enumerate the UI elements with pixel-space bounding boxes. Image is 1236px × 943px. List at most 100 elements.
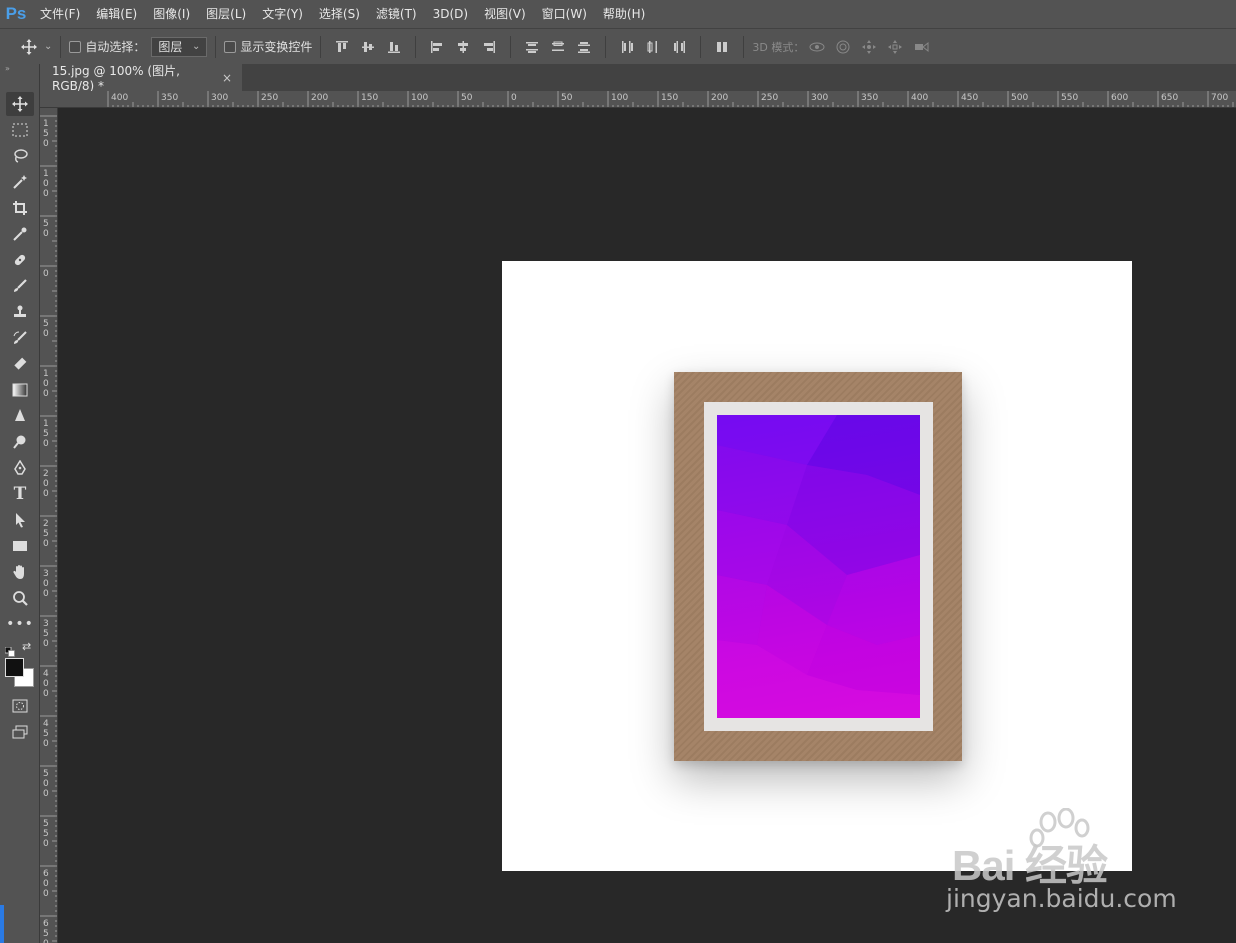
distribute-vertical-center-icon[interactable] [545, 35, 571, 59]
eyedropper-tool-icon[interactable] [6, 222, 34, 246]
default-colors-icon[interactable] [4, 642, 15, 657]
ruler-label: 450 [43, 719, 49, 749]
align-bottom-icon[interactable] [381, 35, 407, 59]
auto-select-label: 自动选择： [85, 40, 146, 54]
ruler-label: 250 [761, 93, 778, 103]
foreground-color-swatch[interactable] [5, 658, 24, 677]
ruler-label: 250 [261, 93, 278, 103]
menu-image[interactable]: 图像(I) [145, 0, 198, 28]
ruler-label: 50 [43, 219, 49, 239]
eraser-tool-icon[interactable] [6, 352, 34, 376]
horizontal-ruler[interactable]: 400 350 300 250 200 150 100 50 0 50 100 150 200 250 30… [40, 91, 1236, 108]
stamp-tool-icon[interactable] [6, 300, 34, 324]
document-tab[interactable]: 15.jpg @ 100% (图片, RGB/8) * × [40, 64, 242, 93]
brush-tool-icon[interactable] [6, 274, 34, 298]
ruler-label: 550 [43, 819, 49, 849]
screen-mode-icon[interactable] [6, 720, 34, 744]
ruler-label: 150 [43, 419, 49, 449]
chevron-down-icon[interactable]: ⌄ [44, 41, 52, 52]
zoom-tool-icon[interactable] [6, 586, 34, 610]
hand-tool-icon[interactable] [6, 560, 34, 584]
align-top-icon[interactable] [329, 35, 355, 59]
gradient-tool-icon[interactable] [6, 378, 34, 402]
distribute-left-icon[interactable] [614, 35, 640, 59]
ruler-label: 300 [811, 93, 828, 103]
more-tools-icon[interactable]: ••• [6, 612, 34, 636]
align-vertical-center-icon[interactable] [355, 35, 381, 59]
menu-3d[interactable]: 3D(D) [425, 0, 476, 28]
distribute-bottom-icon[interactable] [571, 35, 597, 59]
show-transform-checkbox[interactable] [224, 40, 237, 53]
3d-scale-icon[interactable] [908, 35, 934, 59]
swap-colors-icon[interactable]: ⇄ [22, 640, 31, 653]
crop-tool-icon[interactable] [6, 196, 34, 220]
healing-brush-tool-icon[interactable] [6, 248, 34, 272]
menu-edit[interactable]: 编辑(E) [88, 0, 145, 28]
type-tool-icon[interactable]: T [6, 482, 34, 506]
history-brush-tool-icon[interactable] [6, 326, 34, 350]
auto-align-layers-icon[interactable] [709, 35, 735, 59]
ruler-label: 100 [43, 369, 49, 399]
blur-tool-icon[interactable] [6, 404, 34, 428]
pen-tool-icon[interactable] [6, 456, 34, 480]
ruler-label: 500 [1011, 93, 1028, 103]
menu-type[interactable]: 文字(Y) [254, 0, 311, 28]
ruler-label: 150 [361, 93, 378, 103]
document-canvas[interactable] [502, 261, 1132, 871]
distribute-right-icon[interactable] [666, 35, 692, 59]
ruler-label: 150 [661, 93, 678, 103]
distribute-horizontal-center-icon[interactable] [640, 35, 666, 59]
ruler-label: 250 [43, 519, 49, 549]
ruler-label: 350 [861, 93, 878, 103]
ruler-label: 600 [43, 869, 49, 899]
rectangle-tool-icon[interactable] [6, 534, 34, 558]
3d-pan-icon[interactable] [856, 35, 882, 59]
horizontal-ruler-ticks: 400 350 300 250 200 150 100 50 0 50 100 150 200 250 30… [107, 91, 1234, 107]
watermark-url: jingyan.baidu.com [946, 884, 1177, 913]
align-right-icon[interactable] [476, 35, 502, 59]
auto-select-value: 图层 [158, 40, 183, 54]
divider [215, 35, 217, 58]
magic-wand-tool-icon[interactable] [6, 170, 34, 194]
quick-mask-icon[interactable] [6, 694, 34, 718]
accent-strip [0, 905, 4, 943]
menu-filter[interactable]: 滤镜(T) [368, 0, 425, 28]
menu-select[interactable]: 选择(S) [311, 0, 368, 28]
menu-layer[interactable]: 图层(L) [198, 0, 254, 28]
menu-view[interactable]: 视图(V) [476, 0, 534, 28]
divider [743, 35, 745, 58]
align-left-icon[interactable] [424, 35, 450, 59]
move-tool-preset-icon[interactable] [16, 35, 42, 59]
tools-panel: » T ••• ⇄ [0, 64, 40, 943]
photoshop-logo: Ps [5, 4, 27, 23]
align-horizontal-center-icon[interactable] [450, 35, 476, 59]
collapse-panel-icon[interactable]: » [5, 64, 10, 73]
dodge-tool-icon[interactable] [6, 430, 34, 454]
ruler-label: 200 [711, 93, 728, 103]
menu-window[interactable]: 窗口(W) [534, 0, 595, 28]
ruler-label: 200 [311, 93, 328, 103]
lasso-tool-icon[interactable] [6, 144, 34, 168]
3d-roll-icon[interactable] [830, 35, 856, 59]
auto-select-checkbox[interactable] [69, 40, 82, 53]
ruler-label: 450 [961, 93, 978, 103]
3d-mode-label: 3D 模式： [752, 40, 805, 54]
3d-orbit-icon[interactable] [804, 35, 830, 59]
3d-slide-icon[interactable] [882, 35, 908, 59]
distribute-top-icon[interactable] [519, 35, 545, 59]
path-selection-tool-icon[interactable] [6, 508, 34, 532]
document-tab-title: 15.jpg @ 100% (图片, RGB/8) * [52, 64, 180, 93]
marquee-tool-icon[interactable] [6, 118, 34, 142]
ruler-label: 300 [211, 93, 228, 103]
auto-select-dropdown[interactable]: 图层 ⌄ [151, 36, 208, 57]
ruler-label: 100 [611, 93, 628, 103]
close-icon[interactable]: × [222, 71, 232, 85]
vertical-ruler[interactable]: 1501005005010015020025030035040045050055… [40, 108, 58, 943]
ruler-label: 150 [43, 119, 49, 149]
ruler-label: 650 [1161, 93, 1178, 103]
move-tool-icon[interactable] [6, 92, 34, 116]
menu-file[interactable]: 文件(F) [32, 0, 88, 28]
menu-help[interactable]: 帮助(H) [595, 0, 653, 28]
divider [605, 35, 607, 58]
menu-bar: Ps 文件(F) 编辑(E) 图像(I) 图层(L) 文字(Y) 选择(S) 滤… [0, 0, 1236, 28]
